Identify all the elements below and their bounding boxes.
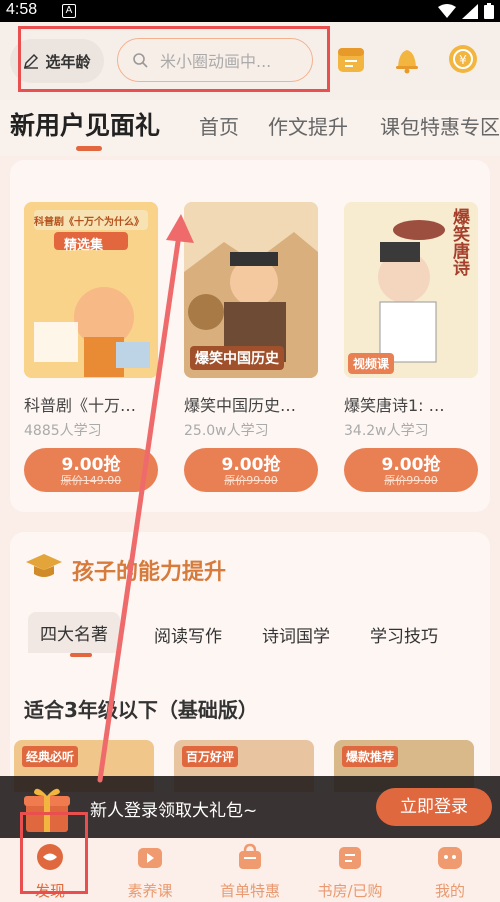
product-learners: 4885人学习 xyxy=(24,423,102,439)
original-price: 原价99.00 xyxy=(224,474,278,487)
product-title: 科普剧《十万… xyxy=(24,396,137,415)
bag-icon xyxy=(239,843,261,869)
nav-label: 素养课 xyxy=(127,882,173,900)
login-button[interactable]: 立即登录 xyxy=(376,788,492,826)
tv-icon xyxy=(138,848,162,868)
tab-new-user[interactable]: 新用户见面礼 xyxy=(10,106,160,142)
tab-writing[interactable]: 作文提升 xyxy=(268,111,348,140)
nav-first-order[interactable]: 首单特惠 xyxy=(200,838,300,902)
signal-icon xyxy=(462,3,478,19)
battery-icon xyxy=(484,3,494,19)
product-card[interactable]: 爆笑中国历史 爆笑中国历史… 25.0w人学习 9.00抢 原价99.00 xyxy=(184,202,318,492)
ability-title: 孩子的能力提升 xyxy=(72,560,227,585)
nav-label: 我的 xyxy=(434,882,465,900)
product-panel: 科普剧《十万个为什么》 精选集 科普剧《十万… 4885人学习 9.00抢 原价… xyxy=(10,160,490,512)
bell-icon[interactable] xyxy=(390,42,424,76)
wifi-icon xyxy=(438,4,456,18)
nav-literacy[interactable]: 素养课 xyxy=(100,838,200,902)
price: 9.00抢 xyxy=(61,455,121,475)
original-price: 原价149.00 xyxy=(60,474,122,487)
clock: 4:58 xyxy=(6,1,38,18)
price: 9.00抢 xyxy=(221,455,281,475)
course-badge: 爆款推荐 xyxy=(342,746,399,767)
nav-mine[interactable]: 我的 xyxy=(400,838,500,902)
ability-panel: 孩子的能力提升 四大名著 阅读写作 诗词国学 学习技巧 适合3年级以下（基础版）… xyxy=(10,532,490,792)
product-thumbnail: 爆笑中国历史 xyxy=(184,202,318,378)
calendar-icon[interactable] xyxy=(334,42,368,76)
graduation-cap-icon xyxy=(26,554,62,577)
tab-home[interactable]: 首页 xyxy=(199,111,239,140)
tab-underline xyxy=(76,146,102,151)
subtab-study-skills[interactable]: 学习技巧 xyxy=(370,622,438,647)
product-title: 爆笑唐诗1: … xyxy=(344,396,445,415)
profile-icon xyxy=(438,847,462,869)
product-learners: 34.2w人学习 xyxy=(344,423,429,439)
svg-text:¥: ¥ xyxy=(459,53,467,67)
buy-button[interactable]: 9.00抢 原价99.00 xyxy=(344,448,478,492)
thumb-caption: 科普剧《十万个为什么》 xyxy=(34,217,144,228)
tab-course-deals[interactable]: 课包特惠专区 xyxy=(380,111,500,140)
video-course-badge: 视频课 xyxy=(348,353,395,374)
product-card[interactable]: 爆笑唐诗 视频课 爆笑唐诗1: … 34.2w人学习 9.00抢 原价99.00 xyxy=(344,202,478,492)
course-badge: 经典必听 xyxy=(22,746,79,767)
system-icons xyxy=(438,3,494,19)
notification-icon: A xyxy=(62,4,76,18)
product-art xyxy=(24,202,158,378)
product-title: 爆笑中国历史… xyxy=(184,396,297,415)
buy-button[interactable]: 9.00抢 原价99.00 xyxy=(184,448,318,492)
original-price: 原价99.00 xyxy=(384,474,438,487)
subtab-poetry[interactable]: 诗词国学 xyxy=(262,622,330,647)
main-tabs: 新用户见面礼 首页 作文提升 课包特惠专区 xyxy=(0,100,500,156)
price: 9.00抢 xyxy=(381,455,441,475)
promo-text: 新人登录领取大礼包~ xyxy=(90,801,258,821)
nav-bookroom[interactable]: 书房/已购 xyxy=(300,838,400,902)
product-thumbnail: 爆笑唐诗 视频课 xyxy=(344,202,478,378)
highlight-box-discover xyxy=(20,812,88,894)
coin-icon[interactable]: ¥ xyxy=(446,42,480,76)
thumb-caption: 爆笑中国历史 xyxy=(190,346,284,370)
nav-label: 首单特惠 xyxy=(219,882,280,900)
buy-button[interactable]: 9.00抢 原价149.00 xyxy=(24,448,158,492)
level-title: 适合3年级以下（基础版） xyxy=(24,698,258,722)
status-bar: 4:58 A xyxy=(0,0,500,22)
product-card[interactable]: 科普剧《十万个为什么》 精选集 科普剧《十万… 4885人学习 9.00抢 原价… xyxy=(24,202,158,492)
course-badge: 百万好评 xyxy=(182,746,239,767)
nav-label: 书房/已购 xyxy=(317,882,383,900)
thumb-caption-2: 精选集 xyxy=(64,238,104,253)
highlight-box-search xyxy=(18,26,330,92)
thumb-caption: 爆笑唐诗 xyxy=(449,208,469,276)
subtab-underline xyxy=(70,653,92,657)
product-learners: 25.0w人学习 xyxy=(184,423,269,439)
book-icon xyxy=(339,847,361,869)
subtab-reading-writing[interactable]: 阅读写作 xyxy=(154,622,222,647)
subtab-classics[interactable]: 四大名著 xyxy=(28,612,120,653)
product-thumbnail: 科普剧《十万个为什么》 精选集 xyxy=(24,202,158,378)
